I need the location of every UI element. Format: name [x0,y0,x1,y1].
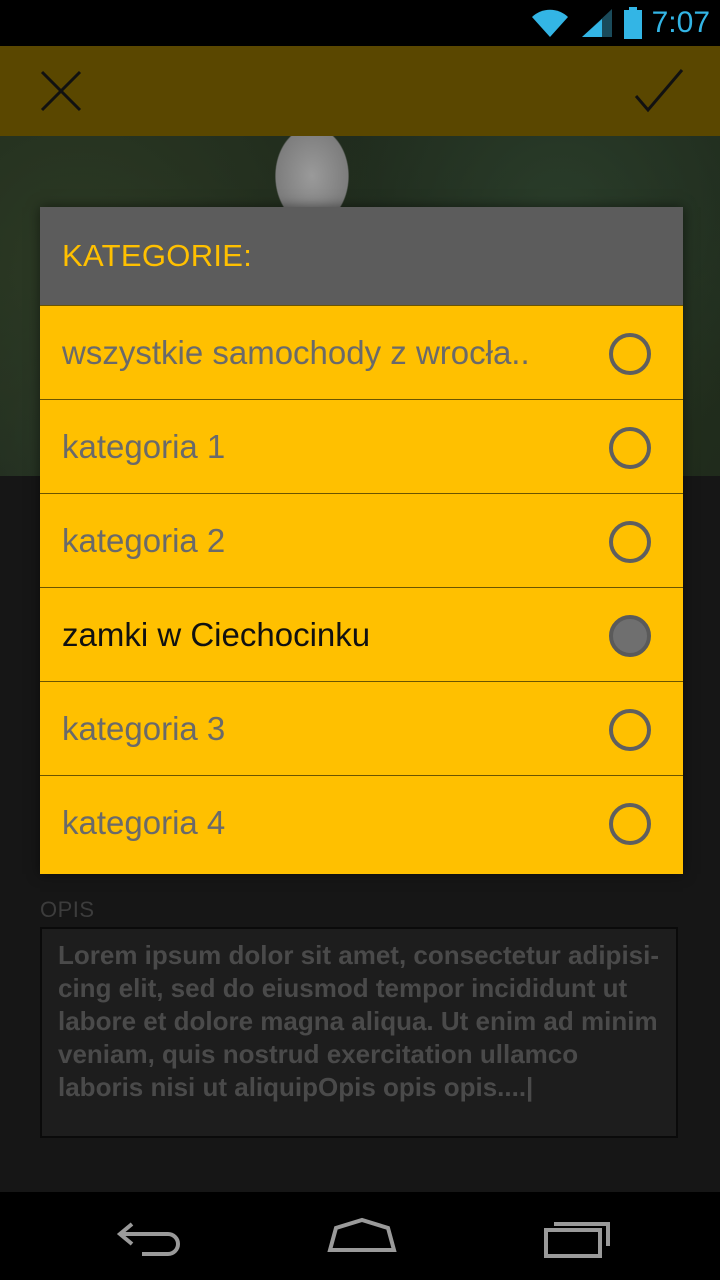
description-field[interactable]: Lorem ipsum dolor sit amet, consectetur … [40,927,678,1138]
action-bar [0,46,720,138]
category-option-label: kategoria 2 [62,522,226,559]
back-button[interactable] [110,1210,190,1262]
recents-button[interactable] [536,1210,616,1262]
category-option[interactable]: kategoria 2 [40,493,683,587]
recents-icon [544,1222,610,1258]
category-dialog: KATEGORIE: wszystkie samochody z wrocła.… [40,207,683,874]
home-icon [327,1217,397,1252]
status-bar: 7:07 [0,0,720,46]
radio-button-icon[interactable] [609,427,651,469]
radio-button-icon[interactable] [609,709,651,751]
category-option-label: kategoria 1 [62,428,226,465]
description-text: Lorem ipsum dolor sit amet, consectetur … [58,940,660,1102]
category-option-label: zamki w Ciechocinku [62,616,371,653]
back-icon [116,1222,180,1256]
dialog-header: KATEGORIE: [40,207,683,305]
category-option[interactable]: kategoria 1 [40,399,683,493]
category-option[interactable]: kategoria 4 [40,775,683,869]
radio-button-icon[interactable] [609,803,651,845]
dialog-title: KATEGORIE: [62,238,253,273]
signal-icon [581,9,612,37]
category-option-label: wszystkie samochody z wrocła.. [62,334,530,371]
category-option[interactable]: kategoria 3 [40,681,683,775]
close-icon [40,70,82,112]
radio-button-icon[interactable] [609,521,651,563]
navigation-bar [0,1192,720,1280]
category-option-label: kategoria 3 [62,710,226,747]
wifi-icon [531,9,568,37]
category-option-label: kategoria 4 [62,804,226,841]
description-label: OPIS [40,897,95,922]
close-button[interactable] [36,66,86,116]
radio-button-checked-icon[interactable] [609,615,651,657]
home-button[interactable] [322,1210,402,1262]
checkmark-icon [634,69,684,113]
category-option[interactable]: wszystkie samochody z wrocła.. [40,305,683,399]
confirm-button[interactable] [634,66,684,116]
status-time: 7:07 [651,6,710,39]
radio-button-icon[interactable] [609,333,651,375]
battery-icon [623,7,642,39]
status-icons: 7:07 [530,6,710,40]
category-option-selected[interactable]: zamki w Ciechocinku [40,587,683,681]
